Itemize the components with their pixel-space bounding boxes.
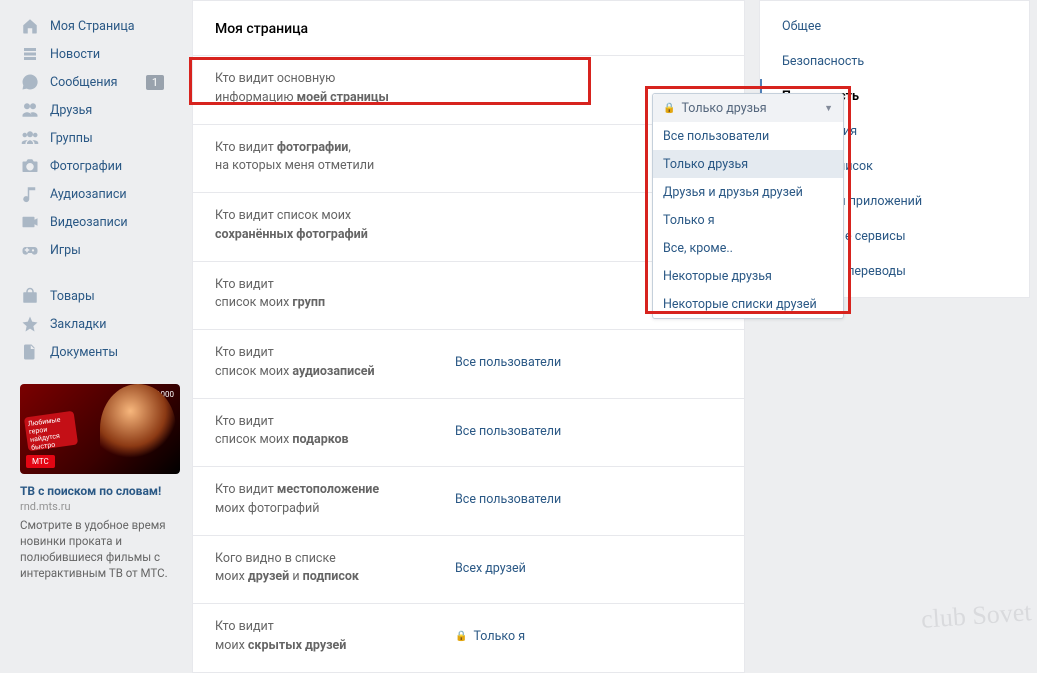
privacy-row: Кого видно в спискемоих друзей и подписо… [193,535,744,604]
nav-label: Документы [50,345,118,360]
nav-label: Видеозаписи [50,215,128,230]
groups-icon [20,128,40,148]
nav-docs[interactable]: Документы [6,338,192,366]
dropdown-option[interactable]: Только я [653,206,843,234]
ad-block[interactable]: Любимые герои найдутся быстро МТС TV 100… [20,384,186,581]
nav-news[interactable]: Новости [6,40,192,68]
settings-tab-security[interactable]: Безопасность [760,44,1029,79]
music-icon [20,184,40,204]
message-icon [20,72,40,92]
camera-icon [20,156,40,176]
nav-audio[interactable]: Аудиозаписи [6,180,192,208]
row-label: Кто видит фотографии,на которых меня отм… [215,139,455,177]
row-label: Кого видно в спискемоих друзей и подписо… [215,550,455,588]
nav-market[interactable]: Товары [6,282,192,310]
privacy-row: Кто видитсписок моих аудиозаписей Все по… [193,329,744,398]
ad-domain: rnd.mts.ru [20,500,186,513]
nav-photos[interactable]: Фотографии [6,152,192,180]
privacy-row: Кто видит местоположениемоих фотографий … [193,466,744,535]
dropdown-option[interactable]: Все пользователи [653,122,843,150]
ad-title: ТВ с поиском по словам! [20,484,186,498]
nav-label: Закладки [50,317,107,332]
privacy-row: Кто видитмоих скрытых друзей 🔒Только я [193,603,744,672]
dropdown-option[interactable]: Все, кроме.. [653,234,843,262]
dropdown-option[interactable]: Только друзья [653,150,843,178]
row-value[interactable]: Все пользователи [455,344,561,382]
row-value[interactable]: Всех друзей [455,550,526,588]
nav-games[interactable]: Игры [6,236,192,264]
nav-label: Группы [50,131,93,146]
nav-badge: 1 [146,75,164,90]
dropdown-option[interactable]: Некоторые друзья [653,262,843,290]
privacy-row: Кто видитсписок моих подарков Все пользо… [193,398,744,467]
row-label: Кто видит местоположениемоих фотографий [215,481,455,519]
privacy-dropdown: 🔒Только друзья▼ Все пользователи Только … [652,93,844,319]
nav-label: Новости [50,47,100,62]
left-sidebar: Моя Страница Новости Сообщения 1 Друзья Г… [0,0,192,673]
lock-icon: 🔒 [663,103,675,114]
row-label: Кто видит основнуюинформацию моей страни… [215,70,455,108]
gamepad-icon [20,240,40,260]
ad-image: Любимые герои найдутся быстро МТС TV 100… [20,384,180,474]
row-label: Кто видитсписок моих групп [215,276,455,314]
ad-text: Смотрите в удобное время новинки проката… [20,517,186,581]
nav-messages[interactable]: Сообщения 1 [6,68,192,96]
nav-label: Аудиозаписи [50,187,127,202]
home-icon [20,16,40,36]
star-icon [20,314,40,334]
row-label: Кто видитсписок моих аудиозаписей [215,344,455,382]
nav-bookmarks[interactable]: Закладки [6,310,192,338]
dropdown-selected[interactable]: 🔒Только друзья▼ [653,94,843,122]
nav-label: Игры [50,243,81,258]
nav-label: Друзья [50,103,92,118]
nav-label: Моя Страница [50,19,135,34]
document-icon [20,342,40,362]
main-panel: Моя страница Кто видит основнуюинформаци… [192,0,745,673]
caret-down-icon: ▼ [824,103,833,114]
row-value[interactable]: Все пользователи [455,481,561,519]
dropdown-option[interactable]: Некоторые списки друзей [653,290,843,318]
row-label: Кто видитсписок моих подарков [215,413,455,451]
row-value[interactable]: Все пользователи [455,413,561,451]
bag-icon [20,286,40,306]
settings-tab-general[interactable]: Общее [760,9,1029,44]
video-icon [20,212,40,232]
nav-label: Сообщения [50,75,118,90]
nav-groups[interactable]: Группы [6,124,192,152]
nav-my-page[interactable]: Моя Страница [6,12,192,40]
page-title: Моя страница [193,1,744,55]
dropdown-option[interactable]: Друзья и друзья друзей [653,178,843,206]
row-label: Кто видит список моихсохранённых фотогра… [215,207,455,245]
news-icon [20,44,40,64]
nav-video[interactable]: Видеозаписи [6,208,192,236]
friends-icon [20,100,40,120]
nav-label: Фотографии [50,159,122,174]
nav-friends[interactable]: Друзья [6,96,192,124]
nav-label: Товары [50,289,95,304]
